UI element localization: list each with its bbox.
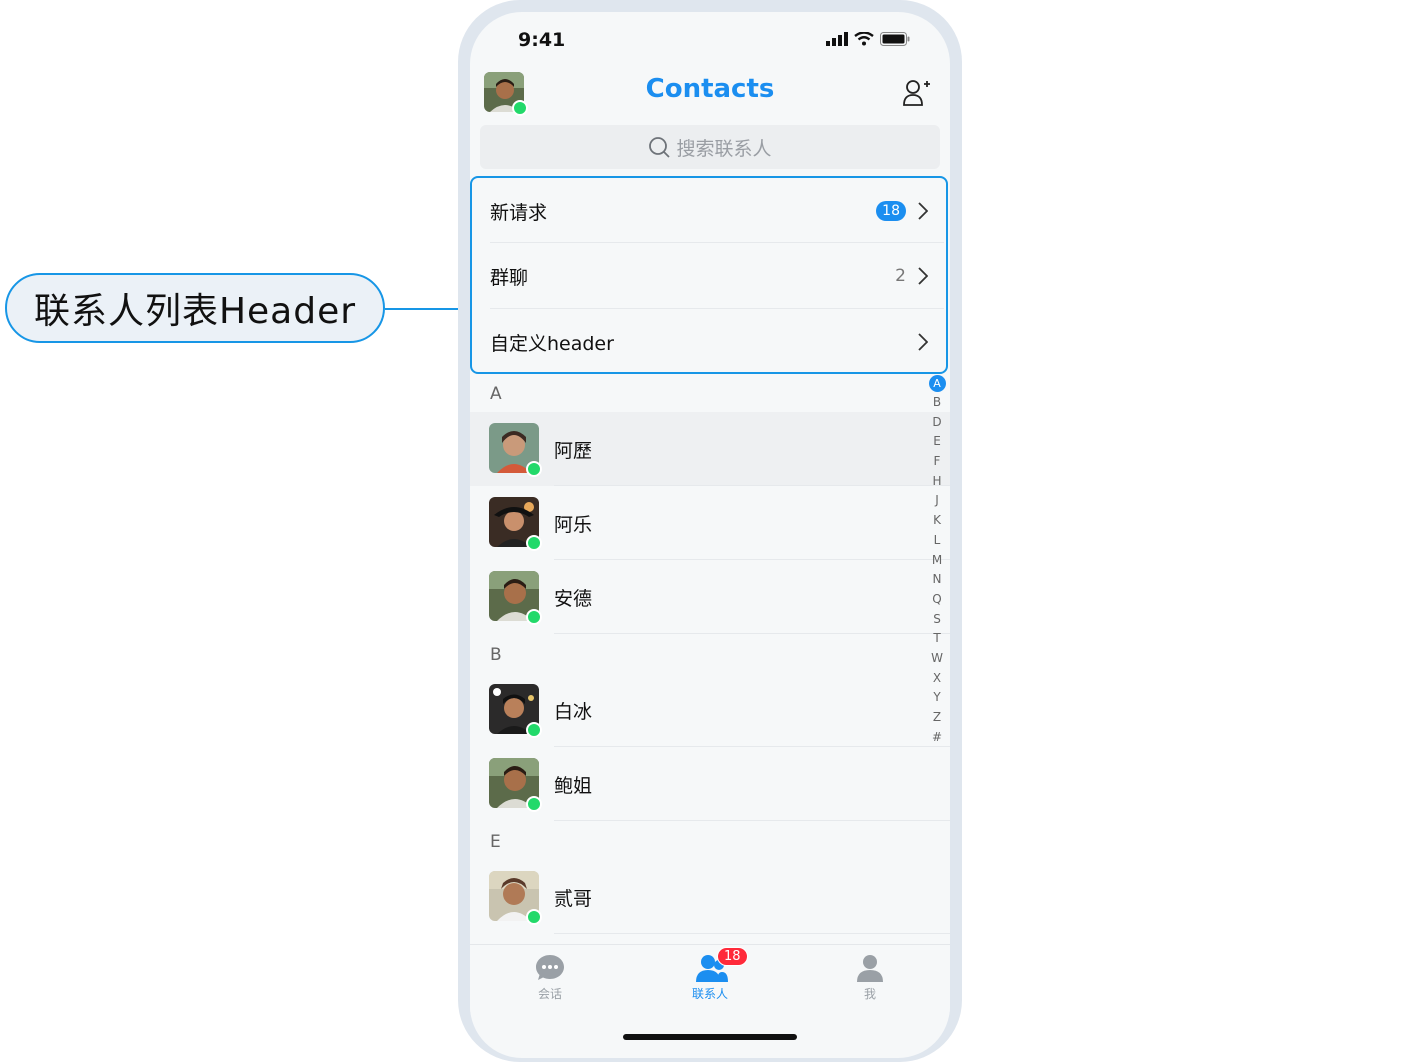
page-title: Contacts xyxy=(645,74,775,104)
group-chats-count: 2 xyxy=(895,266,906,286)
section-header-a: A xyxy=(490,384,502,404)
online-indicator xyxy=(526,609,542,625)
add-contact-icon[interactable] xyxy=(902,78,932,108)
online-indicator xyxy=(526,796,542,812)
new-requests-label: 新请求 xyxy=(490,201,548,224)
callout-label: 联系人列表Header xyxy=(33,291,357,332)
index-letter[interactable]: M xyxy=(927,551,947,571)
section-header-e: E xyxy=(490,832,501,852)
alphabet-index[interactable]: A B D E F H J K L M N Q S T W X Y Z # xyxy=(927,374,947,747)
index-letter[interactable]: X xyxy=(927,669,947,689)
divider xyxy=(554,633,950,634)
tab-label: 我 xyxy=(863,987,876,1001)
contact-name: 贰哥 xyxy=(554,888,593,910)
status-time: 9:41 xyxy=(518,29,566,51)
new-requests-badge: 18 xyxy=(876,201,906,221)
header-item-new-requests[interactable]: 新请求 18 xyxy=(490,178,928,244)
search-placeholder: 搜索联系人 xyxy=(676,137,772,160)
home-indicator[interactable] xyxy=(623,1034,797,1040)
index-letter[interactable]: # xyxy=(927,728,947,748)
online-indicator xyxy=(526,909,542,925)
chevron-right-icon xyxy=(918,333,928,351)
contact-name: 白冰 xyxy=(554,701,593,723)
header-item-custom[interactable]: 自定义header xyxy=(490,309,928,375)
index-letter[interactable]: Q xyxy=(927,590,947,610)
tab-label: 会话 xyxy=(537,987,562,1001)
contact-row[interactable]: 白冰 xyxy=(470,673,950,747)
tab-contacts[interactable]: 18 联系人 xyxy=(660,947,760,1002)
contact-row[interactable]: 鲍姐 xyxy=(470,747,950,821)
index-letter[interactable]: L xyxy=(927,531,947,551)
tab-conversations[interactable]: 会话 xyxy=(500,953,600,1002)
online-indicator xyxy=(526,461,542,477)
header-item-group-chats[interactable]: 群聊 2 xyxy=(490,243,928,309)
index-letter[interactable]: D xyxy=(927,413,947,433)
search-input[interactable]: 搜索联系人 xyxy=(480,125,940,169)
battery-icon xyxy=(880,32,910,46)
index-letter[interactable]: Y xyxy=(927,688,947,708)
chevron-right-icon xyxy=(918,267,928,285)
tab-me[interactable]: 我 xyxy=(820,953,920,1002)
person-icon xyxy=(857,955,883,982)
index-letter[interactable]: N xyxy=(927,570,947,590)
index-letter[interactable]: B xyxy=(927,393,947,413)
index-letter[interactable]: E xyxy=(927,432,947,452)
divider xyxy=(554,933,950,934)
contact-row[interactable]: 贰哥 xyxy=(470,860,950,934)
index-letter[interactable]: H xyxy=(927,472,947,492)
index-letter[interactable]: W xyxy=(927,649,947,669)
index-letter[interactable]: F xyxy=(927,452,947,472)
online-indicator xyxy=(526,722,542,738)
tab-bar: 会话 18 联系人 我 xyxy=(470,944,950,1015)
contact-row[interactable]: 安德 xyxy=(470,560,950,634)
index-letter[interactable]: Z xyxy=(927,708,947,728)
online-indicator xyxy=(526,535,542,551)
tab-label: 联系人 xyxy=(691,987,728,1001)
chevron-right-icon xyxy=(918,202,928,220)
contact-name: 阿歷 xyxy=(554,440,593,462)
index-letter[interactable]: J xyxy=(927,491,947,511)
contact-name: 阿乐 xyxy=(554,514,593,536)
contacts-list-header: 新请求 18 群聊 2 自定义header xyxy=(470,176,948,374)
section-header-b: B xyxy=(490,645,502,665)
wifi-icon xyxy=(854,32,874,46)
index-letter[interactable]: K xyxy=(927,511,947,531)
phone-screen: 9:41 Contacts 搜索联系人 新请求 18 群聊 2 自定义heade… xyxy=(470,12,950,1058)
contact-name: 鲍姐 xyxy=(554,775,593,797)
search-icon xyxy=(649,137,671,158)
group-chats-label: 群聊 xyxy=(490,266,529,289)
contact-name: 安德 xyxy=(554,588,593,610)
contact-row[interactable]: 阿歷 xyxy=(470,412,950,486)
custom-header-label: 自定义header xyxy=(490,332,614,355)
signal-icon xyxy=(826,32,848,46)
divider xyxy=(554,820,950,821)
index-letter-active[interactable]: A xyxy=(928,375,946,392)
index-letter[interactable]: S xyxy=(927,610,947,630)
chat-bubble-icon xyxy=(536,955,564,980)
header-callout: 联系人列表Header xyxy=(5,273,385,343)
contact-row[interactable]: 阿乐 xyxy=(470,486,950,560)
index-letter[interactable]: T xyxy=(927,629,947,649)
contacts-tab-badge: 18 xyxy=(717,947,748,966)
status-icons xyxy=(826,32,910,46)
